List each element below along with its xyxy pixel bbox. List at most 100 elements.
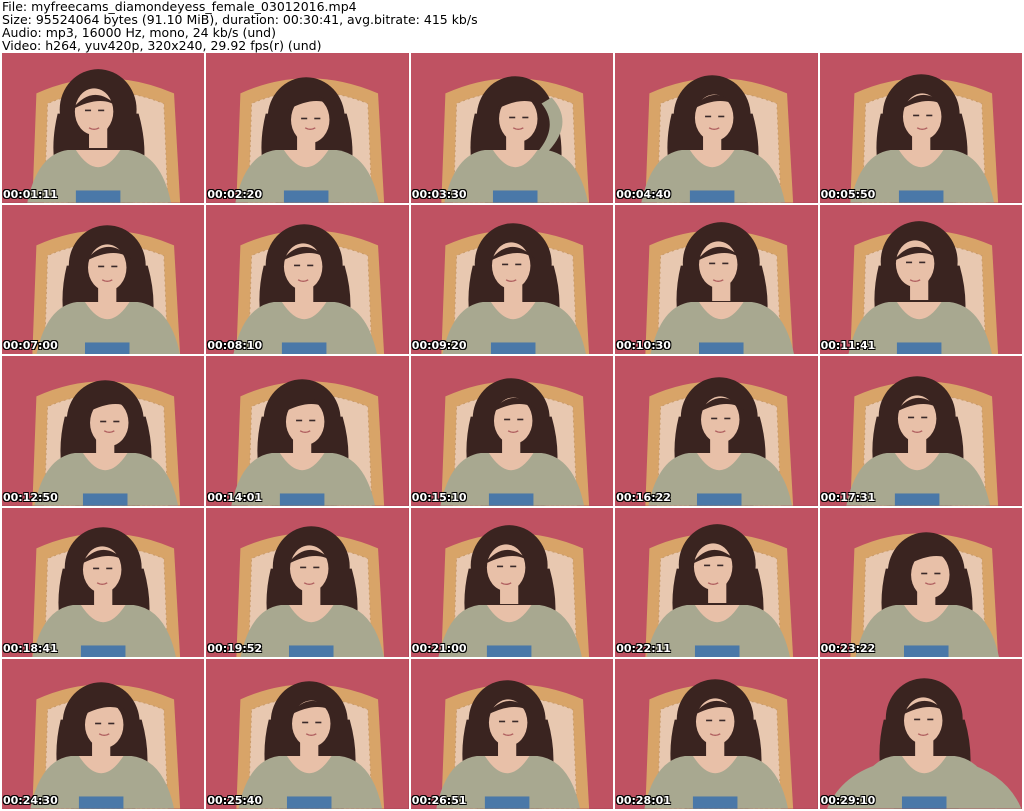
video-thumbnail: 00:09:20 (410, 204, 614, 355)
frame-scene (410, 204, 614, 355)
eye-left (498, 721, 505, 723)
blue-top (484, 796, 530, 809)
eye-left (704, 564, 711, 567)
eye-right (517, 418, 524, 421)
eye-left (912, 114, 919, 117)
frame-timestamp: 00:21:00 (411, 642, 467, 656)
blue-top (690, 190, 735, 203)
eye-right (98, 109, 105, 112)
frame-timestamp: 00:02:20 (207, 187, 263, 201)
frame-timestamp: 00:11:41 (820, 339, 876, 353)
blue-top (901, 796, 947, 809)
frame-timestamp: 00:07:00 (3, 339, 58, 353)
frame-scene (819, 53, 1022, 203)
frame-scene (410, 659, 614, 809)
eye-right (717, 564, 724, 567)
frame-scene (2, 507, 205, 658)
frame-timestamp: 00:25:40 (207, 794, 263, 807)
eye-right (920, 416, 927, 419)
blue-top (695, 645, 740, 658)
video-thumbnail: 00:12:50 (2, 356, 205, 506)
blue-top (289, 645, 334, 658)
eye-left (913, 719, 920, 721)
blue-top (486, 645, 532, 658)
eye-left (705, 115, 712, 118)
eye-left (301, 117, 308, 120)
video-thumbnail: 00:11:41 (819, 204, 1022, 355)
eye-right (113, 420, 120, 423)
frame-timestamp: 00:08:10 (207, 339, 263, 353)
eye-right (515, 263, 522, 265)
eye-left (302, 722, 309, 724)
video-thumbnail: 00:03:30 (410, 53, 614, 203)
eye-right (106, 567, 113, 570)
frame-scene (206, 356, 409, 506)
blue-top (82, 493, 128, 506)
frame-timestamp: 00:01:11 (3, 187, 58, 201)
blue-top (894, 493, 940, 506)
blue-top (280, 493, 325, 506)
video-thumbnail: 00:01:11 (2, 53, 205, 203)
blue-top (75, 190, 121, 203)
video-info-line: Video: h264, yuv420p, 320x240, 29.92 fps… (2, 38, 322, 53)
eye-right (315, 722, 322, 724)
frame-timestamp: 00:15:10 (411, 490, 467, 504)
frame-timestamp: 00:22:11 (616, 642, 671, 656)
eye-right (719, 720, 726, 722)
blue-top (84, 342, 130, 355)
eye-left (907, 416, 914, 419)
frame-timestamp: 00:24:30 (3, 794, 58, 807)
blue-top (490, 342, 536, 355)
frame-timestamp: 00:17:31 (820, 490, 876, 504)
blue-top (898, 190, 944, 203)
eye-left (503, 418, 510, 421)
frame-timestamp: 00:09:20 (411, 339, 467, 353)
eye-right (108, 723, 115, 725)
eye-right (111, 265, 118, 267)
eye-right (933, 572, 941, 575)
eye-left (501, 263, 508, 265)
frame-timestamp: 00:29:10 (820, 794, 876, 807)
video-thumbnail: 00:25:40 (206, 659, 409, 809)
video-thumbnail: 00:10:30 (615, 204, 818, 355)
frame-timestamp: 00:26:51 (411, 794, 467, 807)
blue-top (80, 645, 126, 658)
video-thumbnail: 00:29:10 (819, 659, 1022, 809)
blue-top (903, 645, 949, 658)
video-thumbnail: 00:23:22 (819, 507, 1022, 658)
frame-scene (206, 659, 409, 809)
eye-left (95, 723, 102, 725)
blue-top (492, 190, 538, 203)
eye-right (313, 566, 320, 569)
blue-top (488, 493, 534, 506)
frame-scene (615, 53, 818, 203)
blue-top (697, 493, 742, 506)
blue-top (896, 342, 942, 355)
eye-left (920, 572, 927, 575)
frame-timestamp: 00:12:50 (3, 490, 58, 504)
eye-left (294, 264, 301, 266)
video-thumbnail: 00:08:10 (206, 204, 409, 355)
frame-scene (819, 507, 1022, 658)
blue-top (699, 342, 744, 355)
thumbnail-grid: 00:01:11 00:02:20 00:03:30 00:04:40 00:05:50… (2, 53, 1022, 809)
video-thumbnail: 00:05:50 (819, 53, 1022, 203)
blue-top (284, 190, 329, 203)
video-thumbnail: 00:22:11 (615, 507, 818, 658)
video-thumbnail: 00:28:01 (615, 659, 818, 809)
video-thumbnail: 00:19:52 (206, 507, 409, 658)
eye-left (496, 565, 503, 568)
frame-timestamp: 00:10:30 (616, 339, 671, 353)
eye-right (511, 721, 519, 723)
eye-left (300, 566, 307, 569)
frame-scene (819, 204, 1022, 355)
frame-scene (410, 53, 614, 203)
frame-scene (615, 356, 818, 506)
video-thumbnail: 00:04:40 (615, 53, 818, 203)
eye-left (93, 567, 100, 570)
frame-scene (2, 659, 205, 809)
frame-scene (819, 356, 1022, 506)
frame-scene (206, 204, 409, 355)
frame-scene (2, 356, 205, 506)
eye-right (718, 115, 725, 118)
